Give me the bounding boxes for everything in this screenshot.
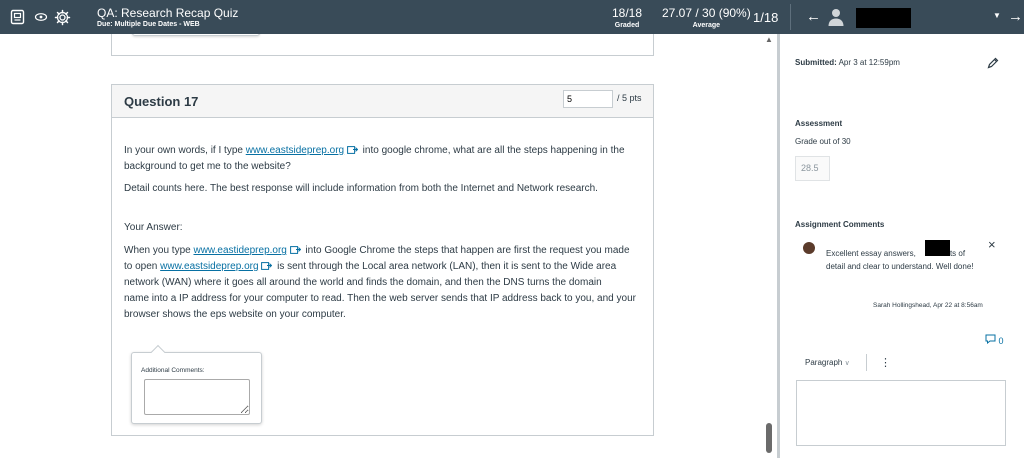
speedgrader-icon[interactable] bbox=[10, 9, 26, 25]
graded-stat: 18/18 Graded bbox=[612, 6, 642, 29]
question-title: Question 17 bbox=[124, 94, 199, 109]
arrow-left-icon[interactable]: ← bbox=[806, 8, 821, 25]
redacted-name bbox=[925, 240, 950, 256]
graded-label: Graded bbox=[614, 22, 640, 29]
external-link-icon bbox=[346, 146, 358, 154]
pencil-icon[interactable] bbox=[986, 56, 1002, 72]
commenter-avatar bbox=[803, 242, 815, 254]
caret-down-icon[interactable]: ▼ bbox=[993, 11, 1001, 20]
average-stat: 27.07 / 30 (90%) Average bbox=[662, 6, 751, 29]
assignment-title[interactable]: QA: Research Recap Quiz bbox=[97, 6, 238, 20]
your-answer-label: Your Answer: bbox=[124, 222, 183, 233]
prompt-detail: Detail counts here. The best response wi… bbox=[124, 183, 598, 194]
points-label: / 5 pts bbox=[617, 93, 642, 103]
due-date: Due: Multiple Due Dates - WEB bbox=[97, 21, 200, 28]
chevron-down-icon: ∨ bbox=[844, 360, 850, 367]
additional-comments-field[interactable] bbox=[144, 379, 250, 415]
submitted-value: Apr 3 at 12:59pm bbox=[836, 58, 900, 67]
eye-icon[interactable] bbox=[34, 9, 50, 25]
comment-count-value: 0 bbox=[998, 336, 1004, 346]
answer-text: browser shows the eps website on your co… bbox=[124, 309, 346, 320]
toolbar-divider bbox=[866, 354, 867, 371]
top-bar: QA: Research Recap Quiz Due: Multiple Du… bbox=[0, 0, 1024, 34]
comment-editor[interactable] bbox=[796, 380, 1006, 446]
points-input[interactable] bbox=[563, 90, 613, 108]
external-link-icon bbox=[261, 262, 273, 270]
answer-text: name into a IP address for your computer… bbox=[124, 293, 636, 304]
answer-text: When you type bbox=[124, 245, 194, 256]
gear-icon[interactable] bbox=[54, 9, 71, 26]
submitted-line: Submitted: Apr 3 at 12:59pm bbox=[795, 58, 900, 67]
prompt-link[interactable]: www.eastsideprep.org bbox=[246, 145, 344, 156]
prompt-text: background to get me to the website? bbox=[124, 161, 291, 172]
speech-bubble-icon bbox=[985, 334, 999, 346]
graded-value: 18/18 bbox=[612, 6, 643, 20]
previous-question-tail bbox=[111, 34, 654, 56]
submission-area: Question 17 / 5 pts In your own words, i… bbox=[0, 34, 763, 458]
previous-comment-box bbox=[132, 34, 260, 36]
student-answer: When you type www.eastideprep.org into G… bbox=[124, 243, 644, 323]
answer-text: is sent through the Local area network (… bbox=[274, 261, 617, 272]
scroll-up-arrow-icon[interactable]: ▲ bbox=[765, 35, 773, 44]
submitted-label: Submitted: bbox=[795, 58, 837, 67]
more-options-icon[interactable]: ⋮ bbox=[880, 356, 891, 369]
answer-link[interactable]: www.eastideprep.org bbox=[193, 245, 286, 256]
answer-text: into Google Chrome the steps that happen… bbox=[302, 245, 630, 256]
student-counter: 1/18 bbox=[753, 10, 779, 25]
redacted-student-name[interactable] bbox=[856, 8, 911, 28]
comment-meta: Sarah Hollingshead, Apr 22 at 8:56am bbox=[873, 302, 983, 309]
close-icon[interactable]: × bbox=[988, 237, 996, 252]
arrow-right-icon[interactable]: → bbox=[1008, 8, 1023, 25]
answer-text: to open bbox=[124, 261, 161, 272]
prompt-text: In your own words, if I type bbox=[124, 145, 246, 156]
paragraph-label: Paragraph bbox=[805, 358, 843, 367]
average-label: Average bbox=[692, 22, 721, 29]
scroll-thumb[interactable] bbox=[766, 423, 772, 453]
question-prompt: In your own words, if I type www.eastsid… bbox=[124, 143, 644, 175]
answer-link[interactable]: www.eastsideprep.org bbox=[160, 261, 258, 272]
user-icon[interactable] bbox=[828, 8, 844, 26]
comment-text: Excellent essay answers, bbox=[826, 249, 916, 258]
additional-comments-label: Additional Comments: bbox=[141, 367, 205, 374]
paragraph-dropdown[interactable]: Paragraph ∨ bbox=[805, 358, 850, 367]
assignment-comments-heading: Assignment Comments bbox=[795, 220, 885, 229]
assessment-heading: Assessment bbox=[795, 119, 843, 128]
average-value: 27.07 / 30 (90%) bbox=[662, 6, 751, 20]
prompt-text: into google chrome, what are all the ste… bbox=[359, 145, 625, 156]
grade-input[interactable]: 28.5 bbox=[795, 156, 830, 181]
external-link-icon bbox=[289, 246, 301, 254]
answer-text: network (WAN) where it goes all around t… bbox=[124, 277, 602, 288]
divider bbox=[790, 4, 791, 30]
grade-out-of: Grade out of 30 bbox=[795, 137, 851, 146]
question-card: Question 17 / 5 pts In your own words, i… bbox=[111, 84, 654, 436]
grading-sidebar: Submitted: Apr 3 at 12:59pm Assessment G… bbox=[780, 34, 1024, 458]
scrollbar[interactable]: ▲ bbox=[763, 34, 777, 458]
comment-count[interactable]: 0 bbox=[985, 334, 1004, 346]
additional-comments-box: Additional Comments: bbox=[131, 344, 262, 424]
comment-box-pointer bbox=[150, 344, 166, 360]
comment-body: Excellent essay answers, Lots of detail … bbox=[826, 247, 978, 273]
question-header: Question 17 / 5 pts bbox=[112, 85, 653, 118]
